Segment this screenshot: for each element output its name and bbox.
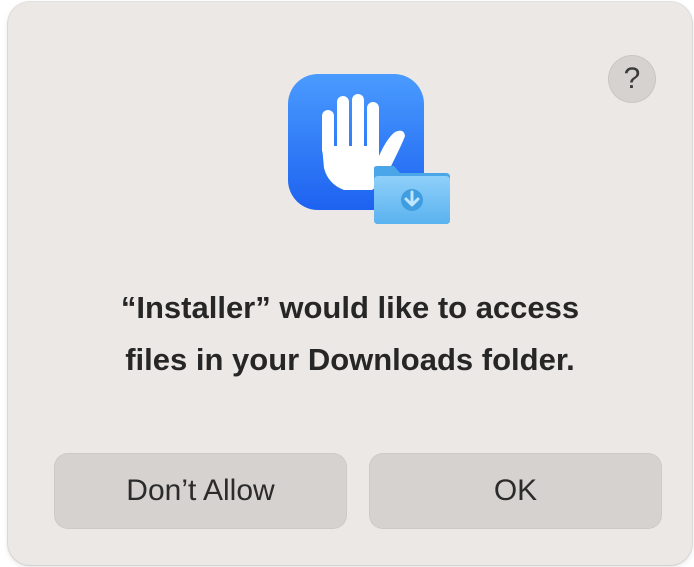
dont-allow-button[interactable]: Don’t Allow — [54, 453, 347, 529]
downloads-folder-icon — [374, 166, 450, 224]
privacy-hand-icon — [288, 74, 450, 224]
message-line-2: files in your Downloads folder. — [125, 342, 575, 377]
ok-button[interactable]: OK — [369, 453, 662, 529]
dialog-message: “Installer” would like to access files i… — [8, 282, 692, 386]
help-button[interactable]: ? — [608, 55, 656, 103]
permission-dialog: ? “Installer” would like to access files… — [8, 2, 692, 565]
message-line-1: “Installer” would like to access — [120, 290, 580, 325]
